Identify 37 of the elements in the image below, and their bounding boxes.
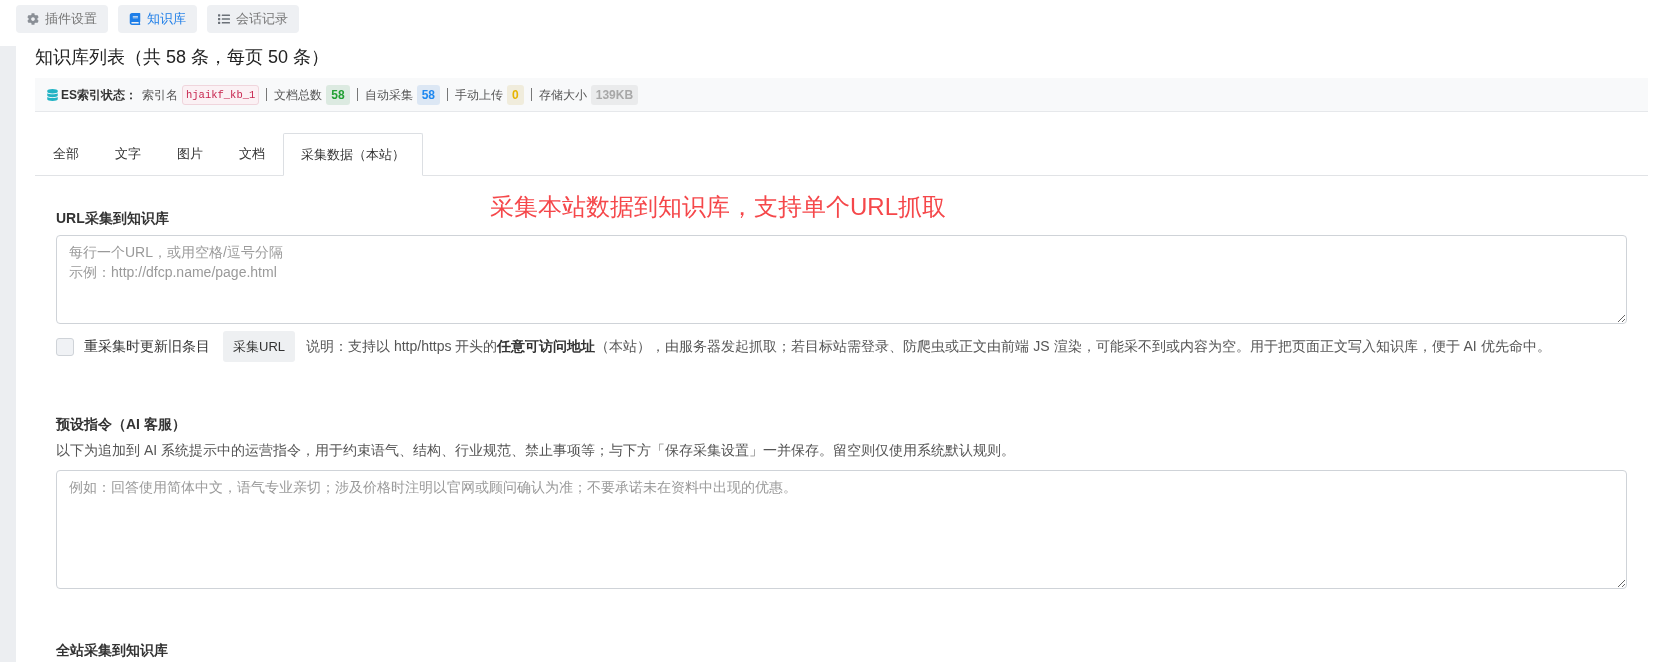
note-text: 说明：支持以 http/https 开头的任意可访问地址（本站），由服务器发起抓取；若目标站需登录、防爬虫或正文由前端 JS 渲染，可能采不到或内容为空。用于把页面正文写入知识库，便于 AI 优先命中。 <box>306 337 1551 356</box>
field-label: 手动上传 <box>455 86 504 104</box>
nav-button[interactable]: 插件设置 <box>16 5 108 33</box>
tab[interactable]: 图片 <box>159 133 221 175</box>
field-label: 自动采集 <box>364 86 413 104</box>
section-label: URL采集到知识库 <box>56 210 169 226</box>
gear-icon <box>27 13 39 25</box>
field-label: 文档总数 <box>274 86 323 104</box>
placeholder-text: 每行一个URL，或用空格/逗号分隔 <box>69 243 283 262</box>
count-badge: 58 <box>416 84 441 105</box>
field-label: 索引名 <box>142 86 178 104</box>
index-name-code: hjaikf_kb_1 <box>182 84 260 105</box>
status-title: ES索引状态： <box>61 86 137 104</box>
nav-button[interactable]: 会话记录 <box>207 5 299 33</box>
nav-button[interactable]: 知识库 <box>118 5 197 33</box>
section-label: 全站采集到知识库 <box>56 642 168 658</box>
section-label: 预设指令（AI 客服） <box>56 416 186 432</box>
section-description: 以下为追加到 AI 系统提示中的运营指令，用于约束语气、结构、行业规范、禁止事项等；与下方「保存采集设置」一并保存。留空则仅使用系统默认规则。 <box>56 441 1015 460</box>
book-icon <box>129 13 141 25</box>
tab[interactable]: 全部 <box>35 133 97 175</box>
tab[interactable]: 文档 <box>221 133 283 175</box>
tab[interactable]: 文字 <box>97 133 159 175</box>
url-input-field[interactable] <box>56 235 1627 324</box>
page-title: 知识库列表（共 58 条，每页 50 条） <box>35 46 330 68</box>
tab[interactable]: 采集数据（本站） <box>283 133 423 176</box>
annotation-text: 采集本站数据到知识库，支持单个URL抓取 <box>490 192 946 222</box>
list-icon <box>218 13 230 25</box>
instruction-input-field[interactable]: 例如：回答使用简体中文，语气专业亲切；涉及价格时注明以官网或顾问确认为准；不要承诺未在资料中出现的优惠。 <box>56 470 1627 589</box>
field-label: 存储大小 <box>538 86 587 104</box>
checkbox-label: 重采集时更新旧条目 <box>84 337 210 356</box>
database-icon <box>47 88 58 101</box>
count-badge: 58 <box>326 84 350 105</box>
placeholder-text: 示例：http://dfcp.name/page.html <box>69 263 277 282</box>
collect-url-button[interactable]: 采集URL <box>223 331 295 362</box>
count-badge: 139KB <box>590 84 639 105</box>
count-badge: 0 <box>507 84 524 105</box>
checkbox[interactable] <box>56 337 74 356</box>
